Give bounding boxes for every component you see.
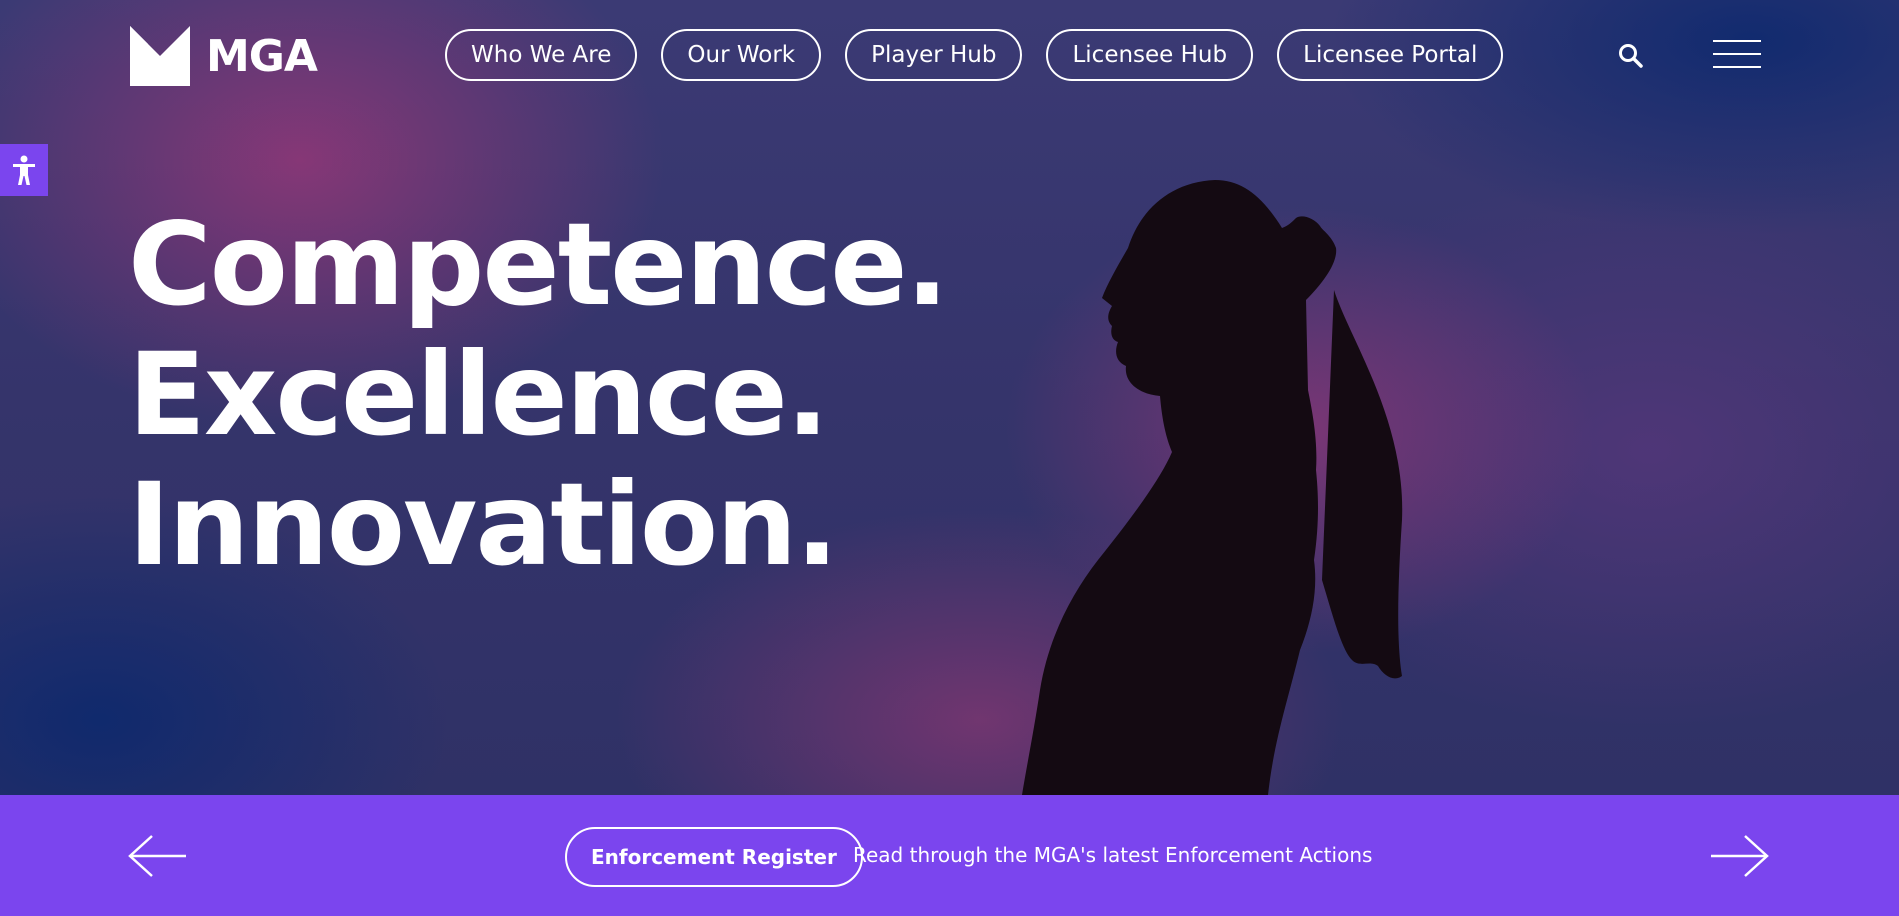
accessibility-person-icon[interactable] — [0, 144, 48, 196]
arrow-right-icon[interactable] — [1709, 834, 1769, 878]
search-icon[interactable] — [1617, 42, 1645, 70]
nav-player-hub[interactable]: Player Hub — [845, 29, 1023, 81]
headline-line-innovation: Innovation. — [128, 458, 839, 591]
hero-banner: MGA Who We Are Our Work Player Hub Licen… — [0, 0, 1899, 795]
nav-licensee-hub[interactable]: Licensee Hub — [1046, 29, 1254, 81]
hamburger-menu-icon[interactable] — [1713, 40, 1761, 74]
nav-our-work[interactable]: Our Work — [661, 29, 822, 81]
mga-logo[interactable]: MGA — [130, 26, 318, 86]
arrow-left-icon[interactable] — [128, 834, 188, 878]
nav-licensee-portal[interactable]: Licensee Portal — [1277, 29, 1504, 81]
headline-line-excellence: Excellence. — [128, 328, 829, 461]
enforcement-register-button[interactable]: Enforcement Register — [565, 827, 863, 887]
main-navigation: Who We Are Our Work Player Hub Licensee … — [445, 29, 1504, 81]
enforcement-description: Read through the MGA's latest Enforcemen… — [853, 843, 1373, 867]
headline-line-competence: Competence. — [128, 198, 949, 331]
mga-logo-mark-icon — [130, 26, 190, 86]
logo-text: MGA — [206, 30, 318, 82]
nav-who-we-are[interactable]: Who We Are — [445, 29, 638, 81]
hero-headline: Competence. Excellence. Innovation. — [128, 198, 949, 591]
